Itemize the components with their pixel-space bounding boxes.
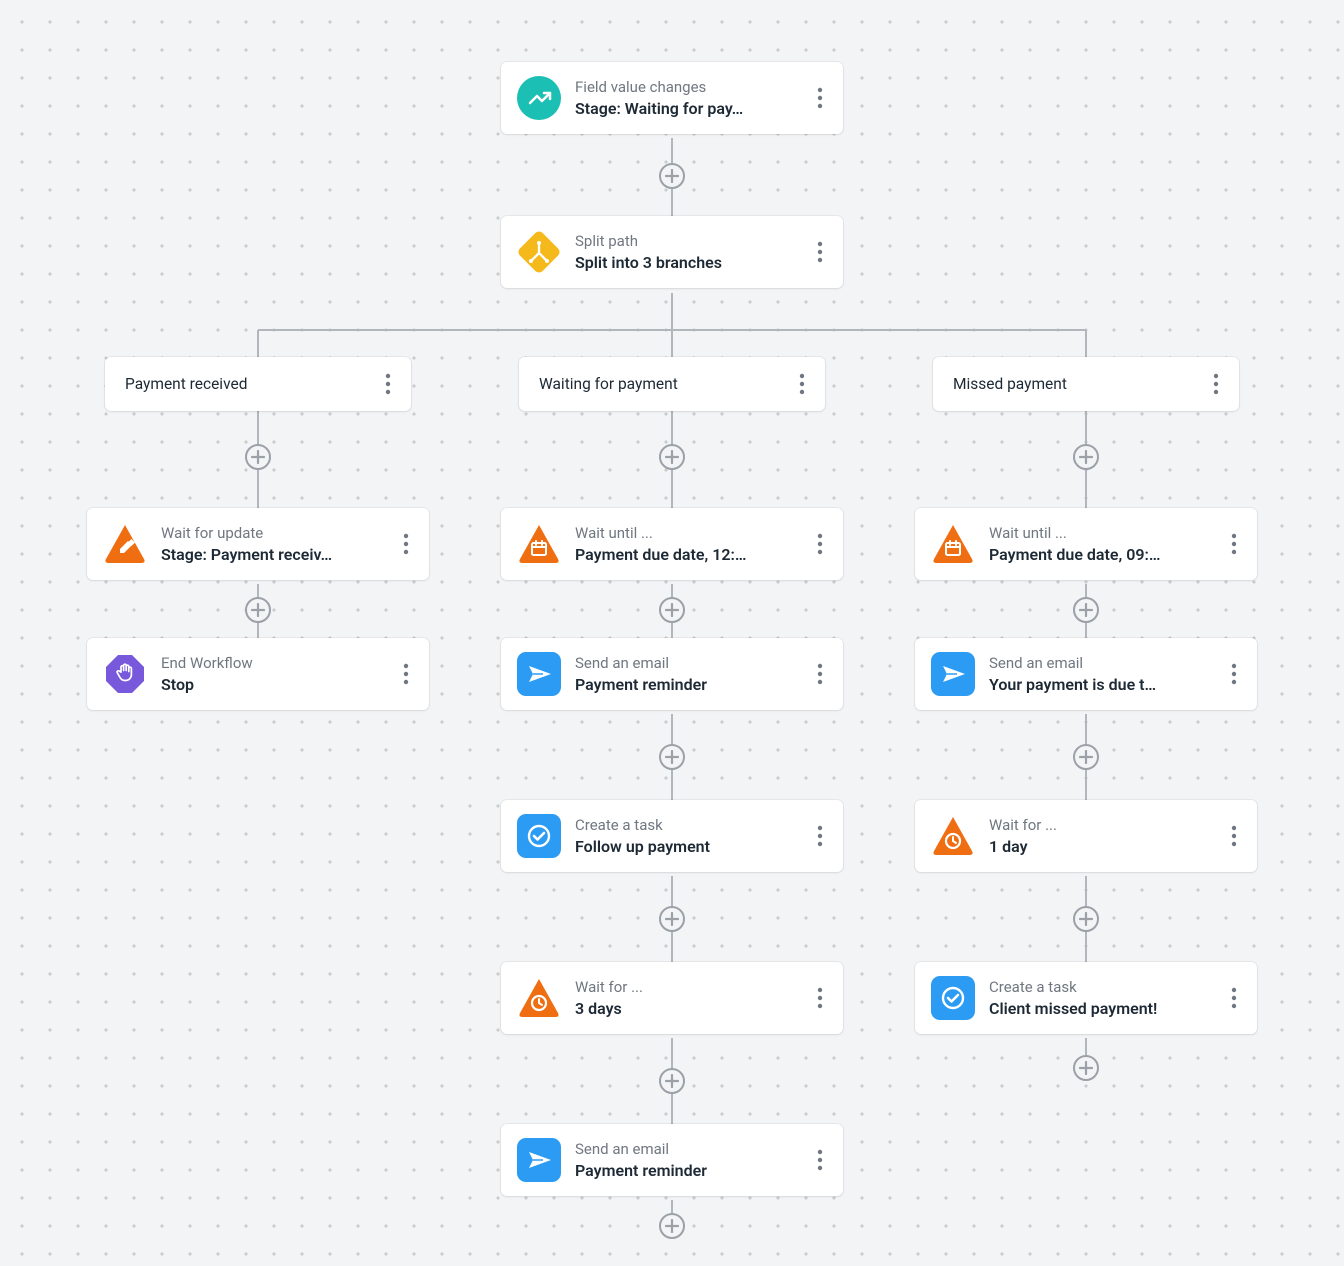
add-step-button[interactable] (659, 597, 685, 623)
node-title: Send an email (575, 1140, 805, 1158)
branch-menu-button[interactable] (787, 364, 817, 404)
node-detail: Stage: Waiting for pay… (575, 99, 805, 118)
workflow-node[interactable]: Send an email Payment reminder (501, 638, 843, 710)
branch-label: Missed payment (953, 375, 1201, 393)
node-detail: Payment due date, 12:… (575, 545, 805, 564)
node-title: Field value changes (575, 78, 805, 96)
branch-label: Payment received (125, 375, 373, 393)
node-detail: Split into 3 branches (575, 253, 805, 272)
trend-up-icon (517, 76, 561, 120)
add-step-button[interactable] (1073, 744, 1099, 770)
node-detail: Stage: Payment receiv… (161, 545, 391, 564)
node-menu-button[interactable] (805, 978, 835, 1018)
workflow-canvas: Field value changes Stage: Waiting for p… (0, 0, 1344, 1266)
node-menu-button[interactable] (805, 524, 835, 564)
pencil-icon (103, 522, 147, 566)
node-title: Wait until ... (989, 524, 1219, 542)
node-detail: Your payment is due t… (989, 675, 1219, 694)
branch-label: Waiting for payment (539, 375, 787, 393)
calendar-icon (517, 522, 561, 566)
add-step-button[interactable] (659, 906, 685, 932)
node-detail: Client missed payment! (989, 999, 1219, 1018)
split-node[interactable]: Split path Split into 3 branches (501, 216, 843, 288)
node-menu-button[interactable] (805, 232, 835, 272)
workflow-node[interactable]: Wait until ... Payment due date, 09:… (915, 508, 1257, 580)
branch-header[interactable]: Payment received (105, 357, 411, 411)
node-detail: 1 day (989, 837, 1219, 856)
node-menu-button[interactable] (391, 524, 421, 564)
workflow-node[interactable]: Wait for ... 1 day (915, 800, 1257, 872)
workflow-node[interactable]: Wait for update Stage: Payment receiv… (87, 508, 429, 580)
node-menu-button[interactable] (391, 654, 421, 694)
send-icon (517, 1138, 561, 1182)
add-step-button[interactable] (245, 444, 271, 470)
node-detail: Payment reminder (575, 1161, 805, 1180)
branch-header[interactable]: Waiting for payment (519, 357, 825, 411)
node-title: Send an email (575, 654, 805, 672)
workflow-node[interactable]: Send an email Payment reminder (501, 1124, 843, 1196)
trigger-node[interactable]: Field value changes Stage: Waiting for p… (501, 62, 843, 134)
node-menu-button[interactable] (805, 78, 835, 118)
stop-hand-icon (103, 652, 147, 696)
node-menu-button[interactable] (1219, 654, 1249, 694)
node-title: Create a task (989, 978, 1219, 996)
add-step-button[interactable] (659, 1213, 685, 1239)
check-circle-icon (517, 814, 561, 858)
add-step-button[interactable] (1073, 597, 1099, 623)
node-menu-button[interactable] (1219, 524, 1249, 564)
node-title: Create a task (575, 816, 805, 834)
add-step-button[interactable] (1073, 444, 1099, 470)
node-menu-button[interactable] (1219, 816, 1249, 856)
add-step-button[interactable] (245, 597, 271, 623)
workflow-node[interactable]: Send an email Your payment is due t… (915, 638, 1257, 710)
check-circle-icon (931, 976, 975, 1020)
node-title: Wait for ... (575, 978, 805, 996)
add-step-button[interactable] (1073, 906, 1099, 932)
add-step-button[interactable] (659, 163, 685, 189)
workflow-node[interactable]: End Workflow Stop (87, 638, 429, 710)
workflow-node[interactable]: Create a task Follow up payment (501, 800, 843, 872)
node-title: Wait for update (161, 524, 391, 542)
clock-icon (931, 814, 975, 858)
node-detail: Follow up payment (575, 837, 805, 856)
add-step-button[interactable] (659, 744, 685, 770)
node-menu-button[interactable] (805, 816, 835, 856)
node-menu-button[interactable] (1219, 978, 1249, 1018)
node-title: Split path (575, 232, 805, 250)
branch-header[interactable]: Missed payment (933, 357, 1239, 411)
workflow-node[interactable]: Wait until ... Payment due date, 12:… (501, 508, 843, 580)
clock-icon (517, 976, 561, 1020)
calendar-icon (931, 522, 975, 566)
node-detail: Stop (161, 675, 391, 694)
node-menu-button[interactable] (805, 654, 835, 694)
send-icon (931, 652, 975, 696)
node-detail: Payment due date, 09:… (989, 545, 1219, 564)
node-title: End Workflow (161, 654, 391, 672)
workflow-node[interactable]: Wait for ... 3 days (501, 962, 843, 1034)
send-icon (517, 652, 561, 696)
node-menu-button[interactable] (805, 1140, 835, 1180)
branch-menu-button[interactable] (1201, 364, 1231, 404)
branch-menu-button[interactable] (373, 364, 403, 404)
workflow-node[interactable]: Create a task Client missed payment! (915, 962, 1257, 1034)
add-step-button[interactable] (659, 1068, 685, 1094)
split-icon (517, 230, 561, 274)
node-detail: Payment reminder (575, 675, 805, 694)
node-detail: 3 days (575, 999, 805, 1018)
node-title: Wait for ... (989, 816, 1219, 834)
node-title: Wait until ... (575, 524, 805, 542)
node-title: Send an email (989, 654, 1219, 672)
add-step-button[interactable] (659, 444, 685, 470)
add-step-button[interactable] (1073, 1055, 1099, 1081)
